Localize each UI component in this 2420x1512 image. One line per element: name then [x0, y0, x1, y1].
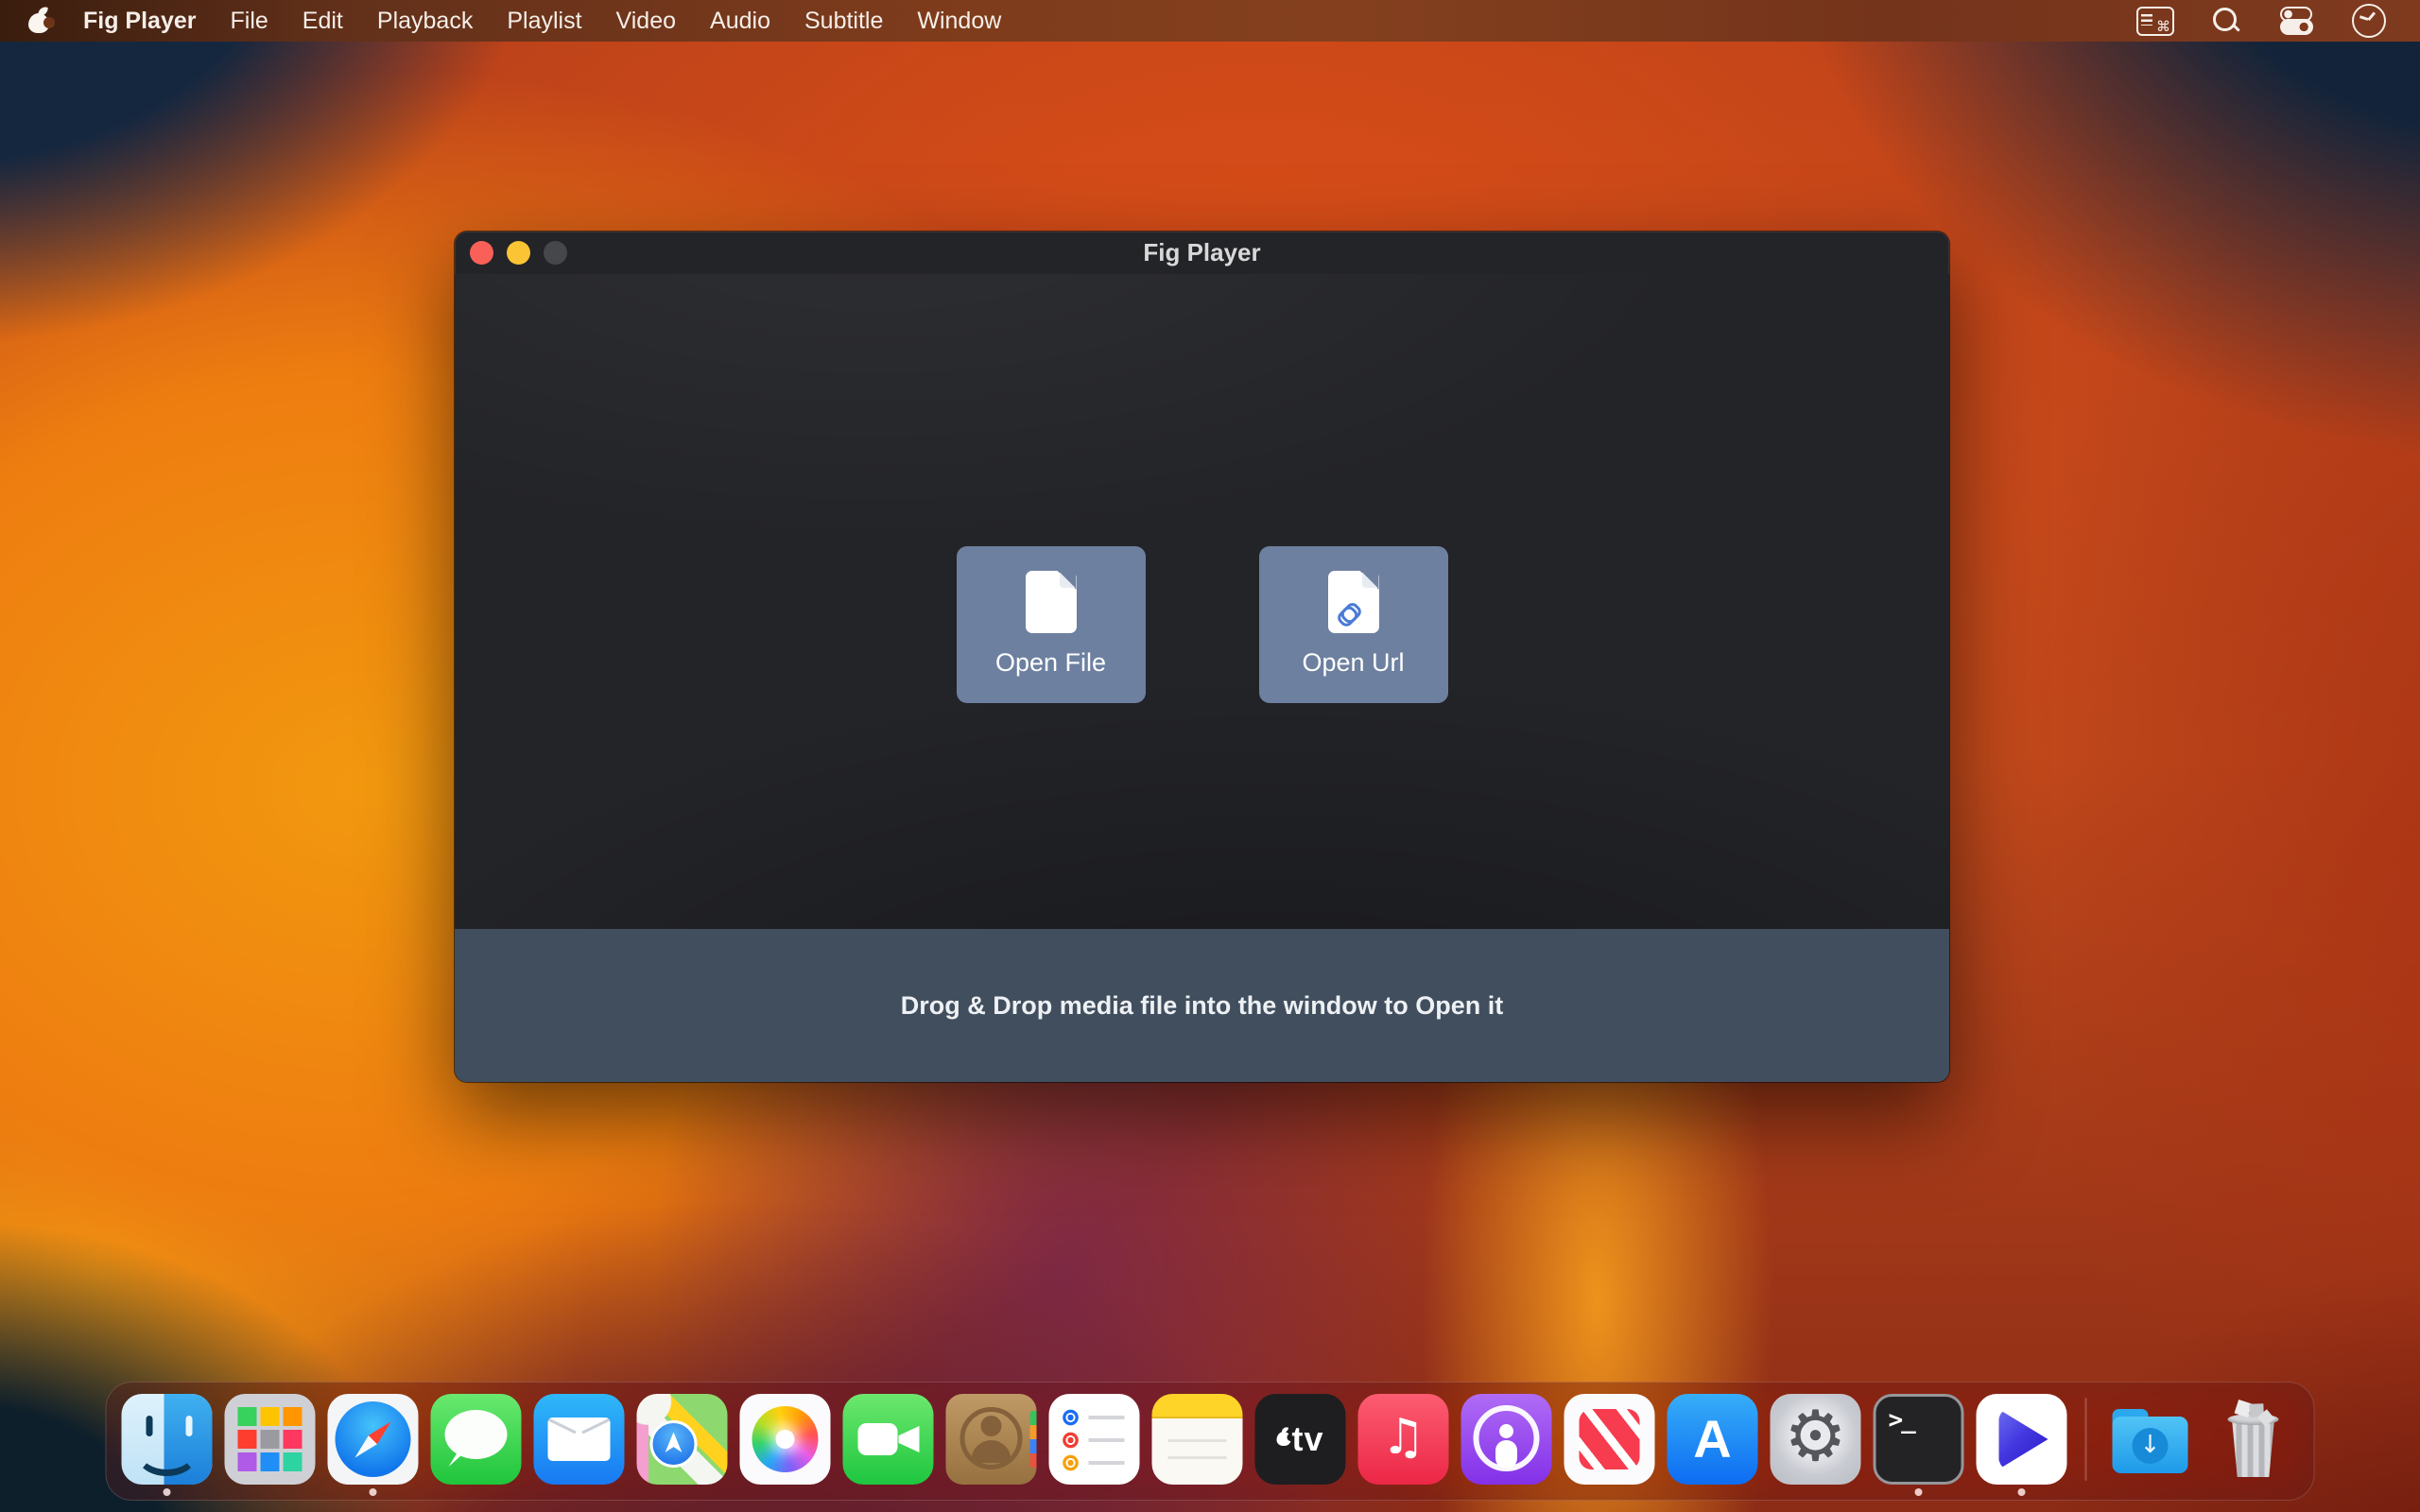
mail-icon: [534, 1394, 625, 1485]
dock: tv♫ A⚙>_ ↓: [106, 1382, 2315, 1501]
menu-bar-left: Fig Player File Edit Playback Playlist Video…: [0, 8, 1001, 35]
finder-icon: [122, 1394, 213, 1485]
fig-player-window: Fig Player Open File Open Url Drog & Dro…: [455, 232, 1949, 1082]
open-file-button[interactable]: Open File: [957, 546, 1146, 703]
close-button[interactable]: [470, 241, 493, 265]
menu-app-name[interactable]: Fig Player: [83, 8, 197, 35]
input-menu-icon[interactable]: [2136, 7, 2174, 36]
open-file-label: Open File: [995, 648, 1106, 678]
link-icon: [1329, 595, 1364, 630]
menu-file[interactable]: File: [231, 8, 268, 35]
url-document-icon: [1328, 571, 1379, 633]
minimize-button[interactable]: [507, 241, 530, 265]
notes-icon: [1152, 1394, 1243, 1485]
dock-item-notes[interactable]: [1152, 1394, 1243, 1485]
maps-icon: [637, 1394, 728, 1485]
menu-audio[interactable]: Audio: [710, 8, 770, 35]
terminal-icon: >_: [1874, 1394, 1964, 1485]
apple-logo-leaf: [38, 6, 48, 17]
dock-item-reminders[interactable]: [1049, 1394, 1140, 1485]
desktop: Fig Player File Edit Playback Playlist Video…: [0, 0, 2420, 1512]
dock-item-trash[interactable]: [2208, 1394, 2299, 1485]
dock-item-podcasts[interactable]: [1461, 1394, 1552, 1485]
open-buttons-row: Open File Open Url: [455, 297, 1949, 929]
clock-icon[interactable]: [2352, 4, 2386, 38]
fig-player-icon: [1977, 1394, 2067, 1485]
dock-item-finder[interactable]: [122, 1394, 213, 1485]
dock-item-photos[interactable]: [740, 1394, 831, 1485]
window-titlebar[interactable]: Fig Player: [455, 232, 1949, 274]
dock-item-figplayer[interactable]: [1977, 1394, 2067, 1485]
menu-edit[interactable]: Edit: [302, 8, 343, 35]
contacts-icon: [946, 1394, 1037, 1485]
podcasts-icon: [1461, 1394, 1552, 1485]
menu-items: File Edit Playback Playlist Video Audio Subtit…: [231, 8, 1002, 35]
dock-item-settings[interactable]: ⚙: [1771, 1394, 1861, 1485]
facetime-icon: [843, 1394, 934, 1485]
menu-video[interactable]: Video: [616, 8, 677, 35]
reminders-icon: [1049, 1394, 1140, 1485]
menu-playlist[interactable]: Playlist: [507, 8, 581, 35]
dock-item-news[interactable]: [1564, 1394, 1655, 1485]
menu-playback[interactable]: Playback: [377, 8, 473, 35]
dock-item-facetime[interactable]: [843, 1394, 934, 1485]
apple-menu-icon[interactable]: [28, 9, 49, 33]
zoom-button[interactable]: [544, 241, 567, 265]
spotlight-search-icon[interactable]: [2212, 7, 2240, 35]
dock-item-launchpad[interactable]: [225, 1394, 316, 1485]
menu-window[interactable]: Window: [917, 8, 1001, 35]
trash-full-icon: [2208, 1394, 2299, 1485]
apple-logo-body: [28, 13, 49, 33]
dock-separator: [2085, 1398, 2087, 1481]
control-center-icon[interactable]: [2278, 7, 2314, 35]
window-content: Open File Open Url: [455, 274, 1949, 929]
dock-item-messages[interactable]: [431, 1394, 522, 1485]
traffic-lights: [470, 232, 567, 274]
file-document-icon: [1026, 571, 1077, 633]
music-icon: ♫: [1358, 1394, 1449, 1485]
window-title: Fig Player: [455, 238, 1949, 267]
menu-bar-status-area: [2136, 4, 2420, 38]
downloads-folder-icon: ↓: [2105, 1394, 2196, 1485]
dock-item-tv[interactable]: tv: [1255, 1394, 1346, 1485]
app-store-icon: A: [1668, 1394, 1758, 1485]
dock-item-maps[interactable]: [637, 1394, 728, 1485]
open-url-label: Open Url: [1302, 648, 1404, 678]
dock-item-appstore[interactable]: A: [1668, 1394, 1758, 1485]
system-settings-icon: ⚙: [1771, 1394, 1861, 1485]
photos-icon: [740, 1394, 831, 1485]
dock-item-safari[interactable]: [328, 1394, 419, 1485]
messages-icon: [431, 1394, 522, 1485]
dock-item-terminal[interactable]: >_: [1874, 1394, 1964, 1485]
dock-item-downloads[interactable]: ↓: [2105, 1394, 2196, 1485]
news-icon: [1564, 1394, 1655, 1485]
menu-bar: Fig Player File Edit Playback Playlist Video…: [0, 0, 2420, 42]
dock-item-mail[interactable]: [534, 1394, 625, 1485]
dock-item-contacts[interactable]: [946, 1394, 1037, 1485]
open-url-button[interactable]: Open Url: [1259, 546, 1448, 703]
dock-item-music[interactable]: ♫: [1358, 1394, 1449, 1485]
apple-tv-icon: tv: [1255, 1394, 1346, 1485]
safari-icon: [328, 1394, 419, 1485]
drop-hint-text: Drog & Drop media file into the window t…: [901, 991, 1503, 1021]
menu-subtitle[interactable]: Subtitle: [804, 8, 883, 35]
launchpad-icon: [225, 1394, 316, 1485]
window-footer: Drog & Drop media file into the window t…: [455, 929, 1949, 1082]
